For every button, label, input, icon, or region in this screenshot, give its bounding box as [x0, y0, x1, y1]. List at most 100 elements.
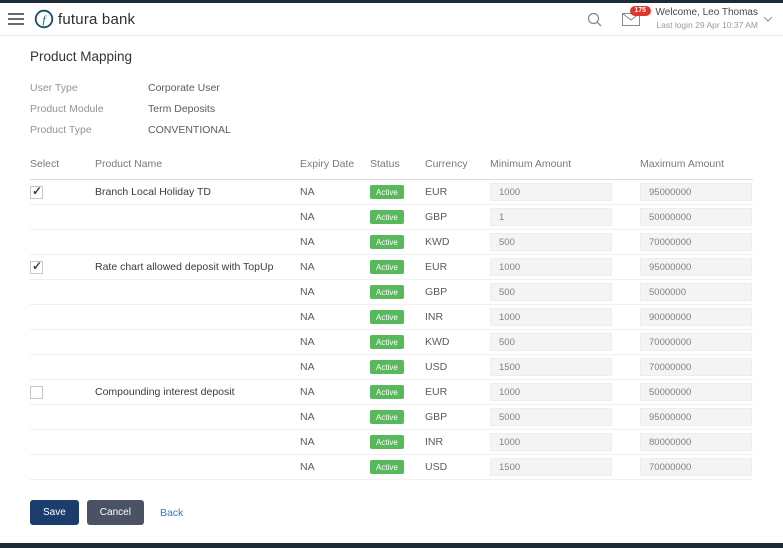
- expiry-date-cell: NA: [300, 279, 370, 305]
- status-cell: Active: [370, 179, 425, 205]
- status-cell: Active: [370, 329, 425, 355]
- expiry-date-cell: NA: [300, 404, 370, 430]
- minimum-amount-cell: [490, 454, 640, 480]
- status-badge: Active: [370, 235, 404, 249]
- status-cell: Active: [370, 304, 425, 330]
- hamburger-menu-icon[interactable]: [8, 13, 24, 25]
- select-cell: [30, 429, 95, 455]
- maximum-amount-input[interactable]: [640, 333, 752, 351]
- currency-cell: KWD: [425, 229, 490, 255]
- column-header-minimum-amount: Minimum Amount: [490, 152, 640, 180]
- minimum-amount-cell: [490, 204, 640, 230]
- maximum-amount-input[interactable]: [640, 208, 752, 226]
- minimum-amount-cell: [490, 179, 640, 205]
- table-row: NA Active INR: [30, 304, 753, 330]
- row-select-checkbox[interactable]: [30, 184, 43, 199]
- row-select-checkbox[interactable]: [30, 385, 43, 399]
- maximum-amount-cell: [640, 429, 753, 455]
- column-header-maximum-amount: Maximum Amount: [640, 152, 753, 180]
- product-mapping-table: Select Product Name Expiry Date Status C…: [30, 152, 753, 480]
- status-cell: Active: [370, 354, 425, 380]
- status-badge: Active: [370, 435, 404, 449]
- expiry-date-cell: NA: [300, 304, 370, 330]
- status-badge: Active: [370, 410, 404, 424]
- back-link[interactable]: Back: [160, 507, 183, 519]
- product-module-label: Product Module: [30, 103, 104, 115]
- minimum-amount-input[interactable]: [490, 458, 612, 476]
- expiry-date-cell: NA: [300, 354, 370, 380]
- select-cell: [30, 279, 95, 305]
- column-header-currency: Currency: [425, 152, 490, 180]
- maximum-amount-input[interactable]: [640, 283, 752, 301]
- maximum-amount-cell: [640, 304, 753, 330]
- cancel-button[interactable]: Cancel: [86, 500, 144, 525]
- product-name-cell: [95, 329, 300, 355]
- minimum-amount-input[interactable]: [490, 308, 612, 326]
- minimum-amount-input[interactable]: [490, 358, 612, 376]
- status-cell: Active: [370, 454, 425, 480]
- maximum-amount-cell: [640, 179, 753, 205]
- search-icon[interactable]: [587, 12, 602, 27]
- maximum-amount-cell: [640, 404, 753, 430]
- minimum-amount-input[interactable]: [490, 333, 612, 351]
- info-panel: User Type Corporate User Product Module …: [30, 82, 753, 136]
- futura-bank-logo-icon: f: [34, 9, 54, 29]
- maximum-amount-input[interactable]: [640, 383, 752, 401]
- status-cell: Active: [370, 379, 425, 405]
- maximum-amount-input[interactable]: [640, 408, 752, 426]
- minimum-amount-input[interactable]: [490, 383, 612, 401]
- minimum-amount-input[interactable]: [490, 283, 612, 301]
- maximum-amount-input[interactable]: [640, 358, 752, 376]
- status-cell: Active: [370, 429, 425, 455]
- minimum-amount-input[interactable]: [490, 233, 612, 251]
- product-name-cell: [95, 429, 300, 455]
- product-module-value: Term Deposits: [148, 103, 216, 115]
- product-name-cell: [95, 229, 300, 255]
- info-row-product-type: Product Type CONVENTIONAL: [30, 124, 753, 136]
- minimum-amount-cell: [490, 354, 640, 380]
- status-badge: Active: [370, 335, 404, 349]
- minimum-amount-input[interactable]: [490, 408, 612, 426]
- table-row: Rate chart allowed deposit with TopUp NA A…: [30, 254, 753, 280]
- maximum-amount-input[interactable]: [640, 458, 752, 476]
- save-button[interactable]: Save: [30, 500, 79, 525]
- minimum-amount-input[interactable]: [490, 433, 612, 451]
- maximum-amount-input[interactable]: [640, 183, 752, 201]
- user-type-label: User Type: [30, 82, 78, 94]
- table-row: NA Active GBP: [30, 404, 753, 430]
- table-row: NA Active GBP: [30, 279, 753, 305]
- product-name-cell: [95, 304, 300, 330]
- column-header-status: Status: [370, 152, 425, 180]
- last-login-text: Last login 29 Apr 10:37 AM: [656, 19, 758, 30]
- minimum-amount-cell: [490, 254, 640, 280]
- table-row: NA Active KWD: [30, 329, 753, 355]
- currency-cell: EUR: [425, 179, 490, 205]
- minimum-amount-input[interactable]: [490, 183, 612, 201]
- mail-count-badge: 175: [629, 5, 651, 16]
- user-menu[interactable]: Welcome, Leo Thomas Last login 29 Apr 10…: [656, 7, 773, 30]
- minimum-amount-input[interactable]: [490, 258, 612, 276]
- user-type-value: Corporate User: [148, 82, 220, 94]
- row-select-checkbox[interactable]: [30, 259, 43, 274]
- status-cell: Active: [370, 404, 425, 430]
- currency-cell: GBP: [425, 204, 490, 230]
- footer-actions: Save Cancel Back: [30, 500, 753, 525]
- minimum-amount-input[interactable]: [490, 208, 612, 226]
- maximum-amount-input[interactable]: [640, 258, 752, 276]
- app-header: f futura bank 175 Welcome, Leo Thomas La…: [0, 3, 783, 36]
- maximum-amount-input[interactable]: [640, 308, 752, 326]
- brand-logo[interactable]: f futura bank: [34, 9, 135, 29]
- currency-cell: GBP: [425, 404, 490, 430]
- currency-cell: KWD: [425, 329, 490, 355]
- table-row: Branch Local Holiday TD NA Active EUR: [30, 179, 753, 205]
- mail-icon[interactable]: 175: [621, 5, 651, 26]
- maximum-amount-cell: [640, 204, 753, 230]
- minimum-amount-cell: [490, 429, 640, 455]
- maximum-amount-input[interactable]: [640, 233, 752, 251]
- maximum-amount-cell: [640, 229, 753, 255]
- maximum-amount-input[interactable]: [640, 433, 752, 451]
- table-row: NA Active GBP: [30, 204, 753, 230]
- product-name-cell: [95, 204, 300, 230]
- info-row-product-module: Product Module Term Deposits: [30, 103, 753, 115]
- currency-cell: EUR: [425, 379, 490, 405]
